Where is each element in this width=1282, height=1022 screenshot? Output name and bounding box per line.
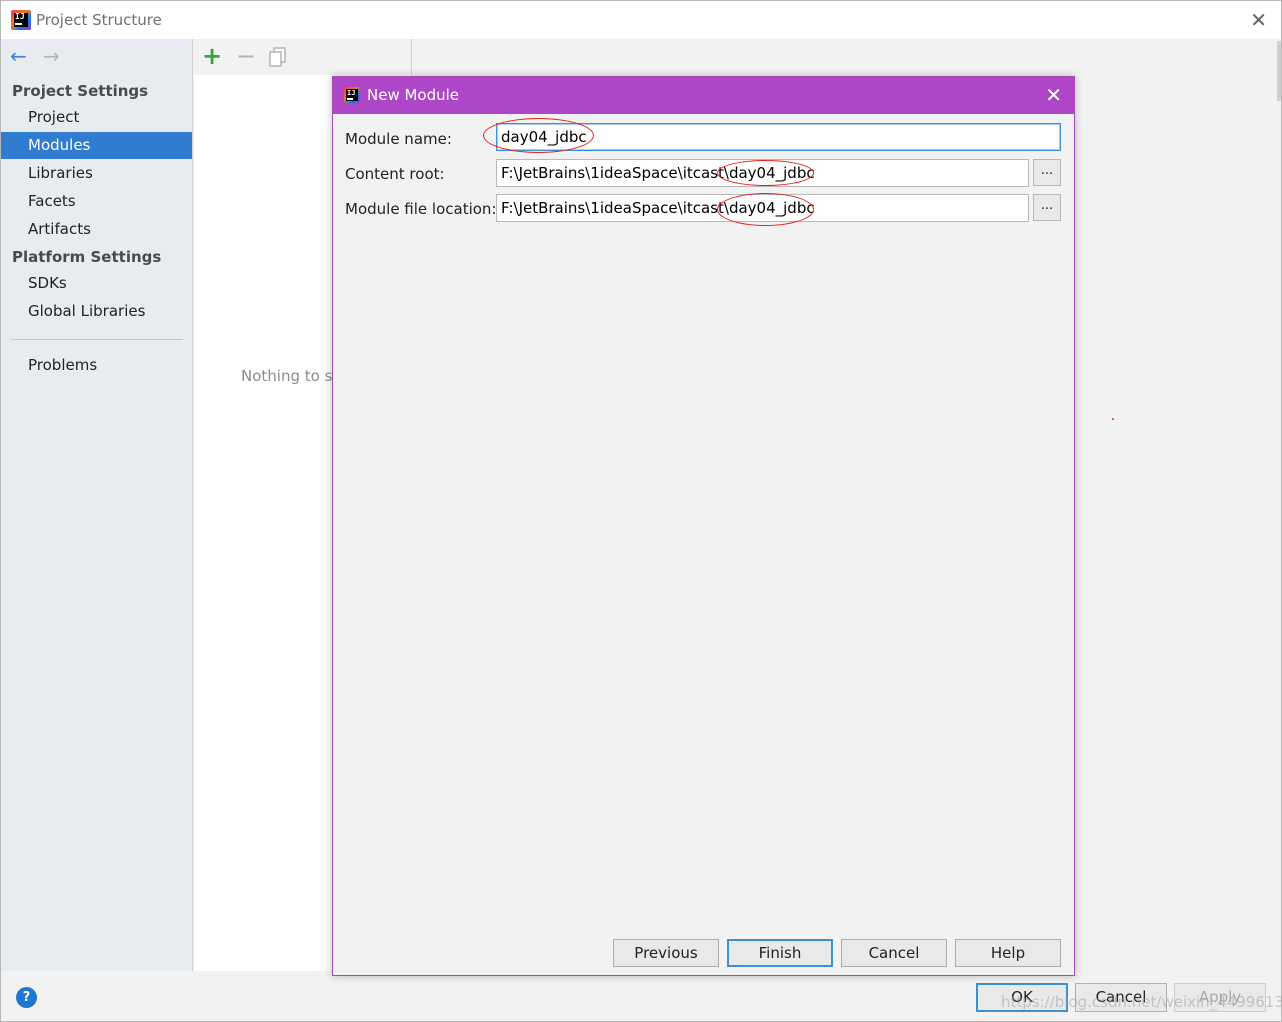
stray-mark — [1112, 418, 1114, 420]
sidebar-item-sdks[interactable]: SDKs — [1, 270, 192, 297]
settings-sidebar: ← → Project Settings Project Modules Lib… — [1, 39, 193, 971]
annotation-ellipse — [717, 193, 814, 226]
module-file-location-label: Module file location: — [345, 200, 497, 218]
window-title: Project Structure — [36, 11, 162, 29]
finish-button[interactable]: Finish — [727, 939, 833, 967]
sidebar-divider — [11, 339, 183, 340]
dialog-title: New Module — [367, 86, 460, 104]
watermark-text: https://blog.csdn.net/weixin_44996135 — [1001, 993, 1282, 1011]
remove-module-icon[interactable]: − — [236, 43, 256, 69]
sidebar-item-modules[interactable]: Modules — [1, 132, 192, 159]
intellij-dialog-icon: IJ — [344, 87, 360, 103]
module-name-label: Module name: — [345, 130, 452, 148]
new-module-dialog: IJ New Module ✕ Module name: day04_jdbc … — [332, 76, 1075, 976]
platform-settings-header: Platform Settings — [12, 248, 162, 266]
project-settings-header: Project Settings — [12, 82, 149, 100]
dialog-cancel-button[interactable]: Cancel — [841, 939, 947, 967]
add-module-icon[interactable]: + — [202, 43, 222, 69]
dialog-help-button[interactable]: Help — [955, 939, 1061, 967]
annotation-ellipse — [483, 118, 594, 153]
help-icon[interactable]: ? — [16, 987, 37, 1008]
annotation-ellipse — [717, 160, 814, 186]
sidebar-item-libraries[interactable]: Libraries — [1, 160, 192, 187]
intellij-app-icon: IJ — [11, 10, 31, 30]
previous-button[interactable]: Previous — [613, 939, 719, 967]
sidebar-item-artifacts[interactable]: Artifacts — [1, 216, 192, 243]
dialog-titlebar: IJ New Module ✕ — [333, 77, 1074, 114]
sidebar-item-global-libraries[interactable]: Global Libraries — [1, 298, 192, 325]
window-close-icon[interactable]: ✕ — [1250, 10, 1267, 30]
modules-toolbar: + − — [194, 39, 411, 75]
copy-icon[interactable] — [269, 47, 287, 67]
forward-arrow-icon[interactable]: → — [43, 46, 60, 66]
project-structure-window: IJ Project Structure ✕ ← → Project Setti… — [0, 0, 1282, 1022]
content-root-browse-button[interactable]: ... — [1033, 159, 1061, 186]
dialog-close-icon[interactable]: ✕ — [1045, 84, 1062, 106]
back-arrow-icon[interactable]: ← — [10, 46, 27, 66]
sidebar-item-problems[interactable]: Problems — [1, 352, 192, 379]
window-titlebar: IJ Project Structure ✕ — [1, 1, 1281, 39]
sidebar-item-facets[interactable]: Facets — [1, 188, 192, 215]
module-file-location-browse-button[interactable]: ... — [1033, 194, 1061, 221]
sidebar-item-project[interactable]: Project — [1, 104, 192, 131]
right-scrollbar[interactable] — [1277, 41, 1281, 101]
empty-state-text: Nothing to s — [241, 367, 333, 385]
content-root-label: Content root: — [345, 165, 445, 183]
